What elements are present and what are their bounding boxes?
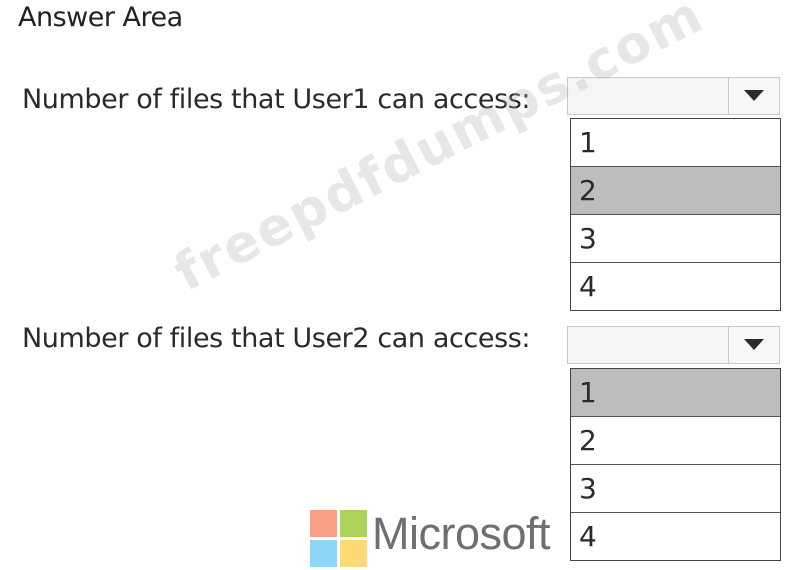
user1-options-list: 1 2 3 4 [570, 118, 781, 311]
user1-option-3[interactable]: 3 [571, 215, 780, 263]
logo-square-red [310, 510, 337, 537]
user2-option-4[interactable]: 4 [571, 513, 780, 560]
user1-dropdown-toggle[interactable] [728, 78, 779, 114]
chevron-down-icon [744, 90, 764, 101]
logo-square-blue [310, 540, 337, 567]
user2-dropdown-toggle[interactable] [728, 327, 779, 363]
question-2-label: Number of files that User2 can access: [22, 323, 531, 354]
user1-option-4[interactable]: 4 [571, 263, 780, 310]
microsoft-logo-icon [310, 510, 367, 567]
microsoft-wordmark: Microsoft [372, 508, 551, 559]
user2-files-dropdown[interactable] [567, 326, 780, 364]
question-1-label: Number of files that User1 can access: [22, 84, 531, 115]
answer-area-title: Answer Area [18, 2, 183, 33]
user2-option-3[interactable]: 3 [571, 465, 780, 513]
user2-option-2[interactable]: 2 [571, 417, 780, 465]
user1-files-dropdown[interactable] [567, 77, 780, 115]
user1-option-2[interactable]: 2 [571, 167, 780, 215]
user1-option-1[interactable]: 1 [571, 119, 780, 167]
chevron-down-icon [744, 339, 764, 350]
user2-options-list: 1 2 3 4 [570, 368, 781, 561]
logo-square-yellow [340, 540, 367, 567]
logo-square-green [340, 510, 367, 537]
user2-option-1[interactable]: 1 [571, 369, 780, 417]
